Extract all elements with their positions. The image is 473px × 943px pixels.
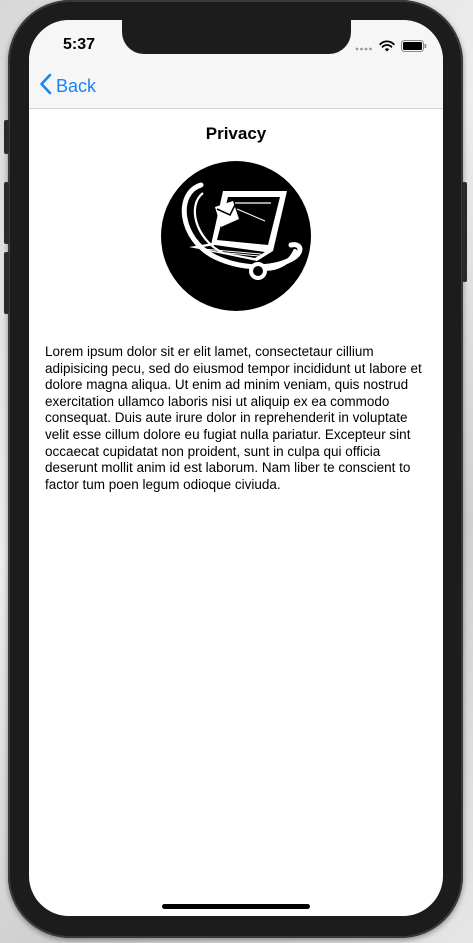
signal-icon xyxy=(355,39,373,57)
screen: 5:37 Back Privacy Lorem ipsum dolor sit … xyxy=(29,20,443,916)
notch xyxy=(122,20,351,54)
status-time: 5:37 xyxy=(63,36,96,53)
privacy-body-text: Lorem ipsum dolor sit er elit lamet, con… xyxy=(45,344,422,492)
volume-down-button xyxy=(4,252,9,314)
wifi-icon xyxy=(379,39,395,57)
power-button xyxy=(462,182,467,282)
page-title: Privacy xyxy=(205,124,267,143)
volume-up-button xyxy=(4,182,9,244)
mute-switch xyxy=(4,120,9,154)
back-button-label: Back xyxy=(56,76,97,96)
back-button[interactable]: Back xyxy=(39,73,96,100)
laptop-privacy-icon xyxy=(161,161,311,311)
home-indicator[interactable] xyxy=(162,904,310,909)
status-icons xyxy=(355,39,427,57)
chevron-left-icon xyxy=(39,73,52,100)
battery-icon xyxy=(401,39,427,57)
